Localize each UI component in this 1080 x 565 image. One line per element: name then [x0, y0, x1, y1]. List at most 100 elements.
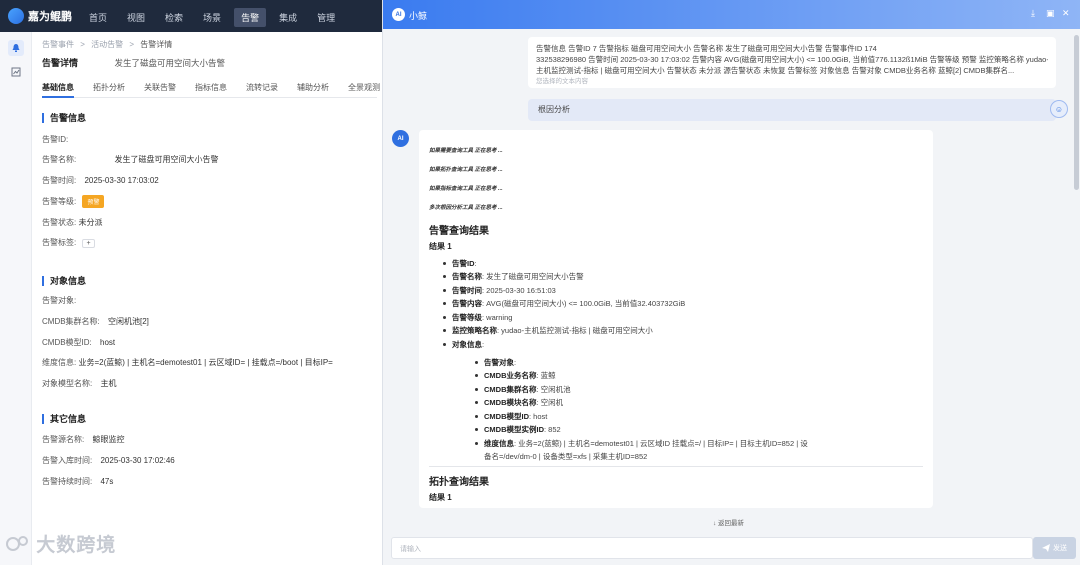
page-title: 告警详情 [42, 58, 79, 68]
bullet-icon [443, 289, 446, 292]
result-item: 告警内容: AVG(磁盘可用空间大小) <= 100.0GiB, 当前值32.4… [452, 299, 686, 308]
field-label: 告警等级: [42, 197, 77, 206]
result-item: 告警名称: 发生了磁盘可用空间大小告警 [452, 272, 584, 281]
send-icon [1042, 544, 1050, 552]
field-label: 告警入库时间: [42, 456, 93, 465]
field-value: 空闲机池[2] [108, 317, 149, 326]
assistant-name: 小鲸 [409, 11, 428, 21]
field-value: 2025-03-30 17:02:46 [100, 456, 175, 465]
user-message-card: 告警信息 告警ID 7 告警指标 磁盘可用空间大小 告警名称 发生了磁盘可用空间… [528, 37, 1056, 88]
bullet-icon [443, 329, 446, 332]
tool-call-status: 多次根因分析工具 正在思考 ... [429, 205, 503, 211]
field-alert-tags: 告警标签: + [42, 237, 95, 248]
watermark-text: 大数跨境 [36, 535, 117, 556]
divider [429, 466, 923, 467]
page-title-row: 告警详情 发生了磁盘可用空间大小告警 [42, 56, 225, 69]
field-duration: 告警持续时间: 47s [42, 476, 113, 487]
topology-heading: 拓扑查询结果 [429, 477, 489, 488]
field-alert-level: 告警等级: 预警 [42, 195, 105, 208]
result-item: 告警ID: [452, 259, 477, 268]
download-icon[interactable]: ⤓ [1031, 8, 1035, 19]
breadcrumb-alert-events[interactable]: 告警事件 [42, 40, 74, 49]
field-ingest-time: 告警入库时间: 2025-03-30 17:02:46 [42, 455, 175, 466]
object-item: 告警对象: [484, 358, 517, 367]
field-label: 告警对象: [42, 296, 77, 305]
nav-integration[interactable]: 集成 [272, 8, 304, 27]
nav-alert[interactable]: 告警 [234, 8, 267, 27]
bot-avatar-icon: AI [392, 130, 409, 147]
object-item: CMDB业务名称: 蓝鲸 [484, 371, 556, 380]
alert-detail-page: 告警事件 > 活动告警 > 告警详情 告警详情 发生了磁盘可用空间大小告警 基础… [32, 32, 382, 565]
breadcrumb-separator: > [129, 40, 135, 49]
tab-panorama[interactable]: 全景观测 [348, 82, 380, 97]
nav-scene[interactable]: 场景 [196, 8, 228, 27]
object-item: CMDB模块名称: 空闲机 [484, 398, 564, 407]
field-label: 告警名称: [42, 155, 77, 164]
assistant-reply: 如果需要查询工具 正在思考 ... 如果拓扑查询工具 正在思考 ... 如果指标… [419, 130, 933, 508]
add-tag-button[interactable]: + [82, 239, 95, 248]
watermark-logo-icon [6, 536, 28, 551]
object-item-continued: 备名=/dev/dm-0 | 设备类型=xfs | 采集主机ID=852 [484, 452, 648, 461]
object-item: 维度信息: 业务=2(蓝鲸) | 主机名=demotest01 | 云区域ID … [484, 439, 808, 448]
back-to-latest-button[interactable]: ↓ 返回最新 [713, 517, 744, 527]
breadcrumb-active-alerts[interactable]: 活动告警 [91, 40, 123, 49]
nav-home[interactable]: 首页 [82, 8, 114, 27]
selection-hint: 您选择的文本内容 [536, 78, 588, 85]
field-alert-object: 告警对象: [42, 295, 76, 306]
field-dimensions: 维度信息: 业务=2(蓝鲸) | 主机名=demotest01 | 云区域ID=… [42, 357, 382, 368]
chat-input[interactable]: 请输入 [391, 537, 1033, 559]
nav-admin[interactable]: 管理 [310, 8, 342, 27]
level-badge: 预警 [82, 195, 105, 208]
nav-view[interactable]: 视图 [120, 8, 152, 27]
tab-topology[interactable]: 拓扑分析 [93, 82, 125, 97]
field-label: 告警ID: [42, 135, 69, 144]
field-label: CMDB集群名称: [42, 317, 100, 326]
bullet-icon [443, 275, 446, 278]
field-object-model-name: 对象模型名称: 主机 [42, 378, 116, 389]
scrollbar[interactable] [1074, 35, 1079, 190]
bullet-icon [443, 262, 446, 265]
result-heading: 告警查询结果 [429, 226, 489, 237]
bullet-icon [475, 374, 478, 377]
tab-basic-info[interactable]: 基础信息 [42, 82, 74, 98]
topology-subheading: 结果 1 [429, 493, 452, 502]
window-icon[interactable]: ▣ [1046, 8, 1055, 19]
field-alert-time: 告警时间: 2025-03-30 17:03:02 [42, 175, 159, 186]
message-line: 332538296980 告警时间 2025-03-30 17:03:02 告警… [536, 55, 1048, 64]
breadcrumb: 告警事件 > 活动告警 > 告警详情 [42, 39, 172, 50]
field-cmdb-cluster: CMDB集群名称: 空闲机池[2] [42, 316, 149, 327]
chart-rail-icon[interactable] [8, 64, 24, 80]
field-alert-status: 告警状态: 未分派 [42, 217, 102, 228]
bullet-icon [475, 428, 478, 431]
app-name: 嘉为鲲鹏 [28, 11, 72, 23]
app-logo[interactable]: 嘉为鲲鹏 [8, 8, 72, 24]
tab-assist-analysis[interactable]: 辅助分析 [297, 82, 329, 97]
section-title-other-info: 其它信息 [42, 414, 86, 424]
object-item: CMDB模型实例ID: 852 [484, 425, 561, 434]
field-label: 对象模型名称: [42, 379, 93, 388]
field-value: 2025-03-30 17:03:02 [84, 176, 159, 185]
tab-related-alerts[interactable]: 关联告警 [144, 82, 176, 97]
bullet-icon [475, 388, 478, 391]
tab-flow-records[interactable]: 流转记录 [246, 82, 278, 97]
tool-call-status: 如果需要查询工具 正在思考 ... [429, 148, 503, 154]
field-value: 发生了磁盘可用空间大小告警 [114, 155, 219, 164]
tool-call-status: 如果拓扑查询工具 正在思考 ... [429, 167, 503, 173]
field-alert-source: 告警源名称: 鲸眼监控 [42, 434, 124, 445]
breadcrumb-current: 告警详情 [140, 40, 173, 49]
nav-search[interactable]: 检索 [158, 8, 190, 27]
alert-rail-icon[interactable] [8, 40, 24, 56]
field-value: 未分派 [78, 218, 103, 227]
object-item: CMDB模型ID: host [484, 412, 548, 421]
send-label: 发送 [1053, 545, 1067, 552]
close-icon[interactable]: ✕ [1062, 8, 1070, 19]
object-item: CMDB集群名称: 空闲机池 [484, 385, 571, 394]
send-button[interactable]: 发送 [1033, 537, 1076, 559]
result-item: 对象信息: [452, 340, 485, 349]
logo-mark-icon [8, 8, 24, 24]
result-subheading: 结果 1 [429, 242, 452, 251]
tool-call-status: 如果指标查询工具 正在思考 ... [429, 186, 503, 192]
left-rail [0, 32, 32, 565]
tab-metrics[interactable]: 指标信息 [195, 82, 227, 97]
ai-badge-icon: AI [392, 8, 405, 21]
